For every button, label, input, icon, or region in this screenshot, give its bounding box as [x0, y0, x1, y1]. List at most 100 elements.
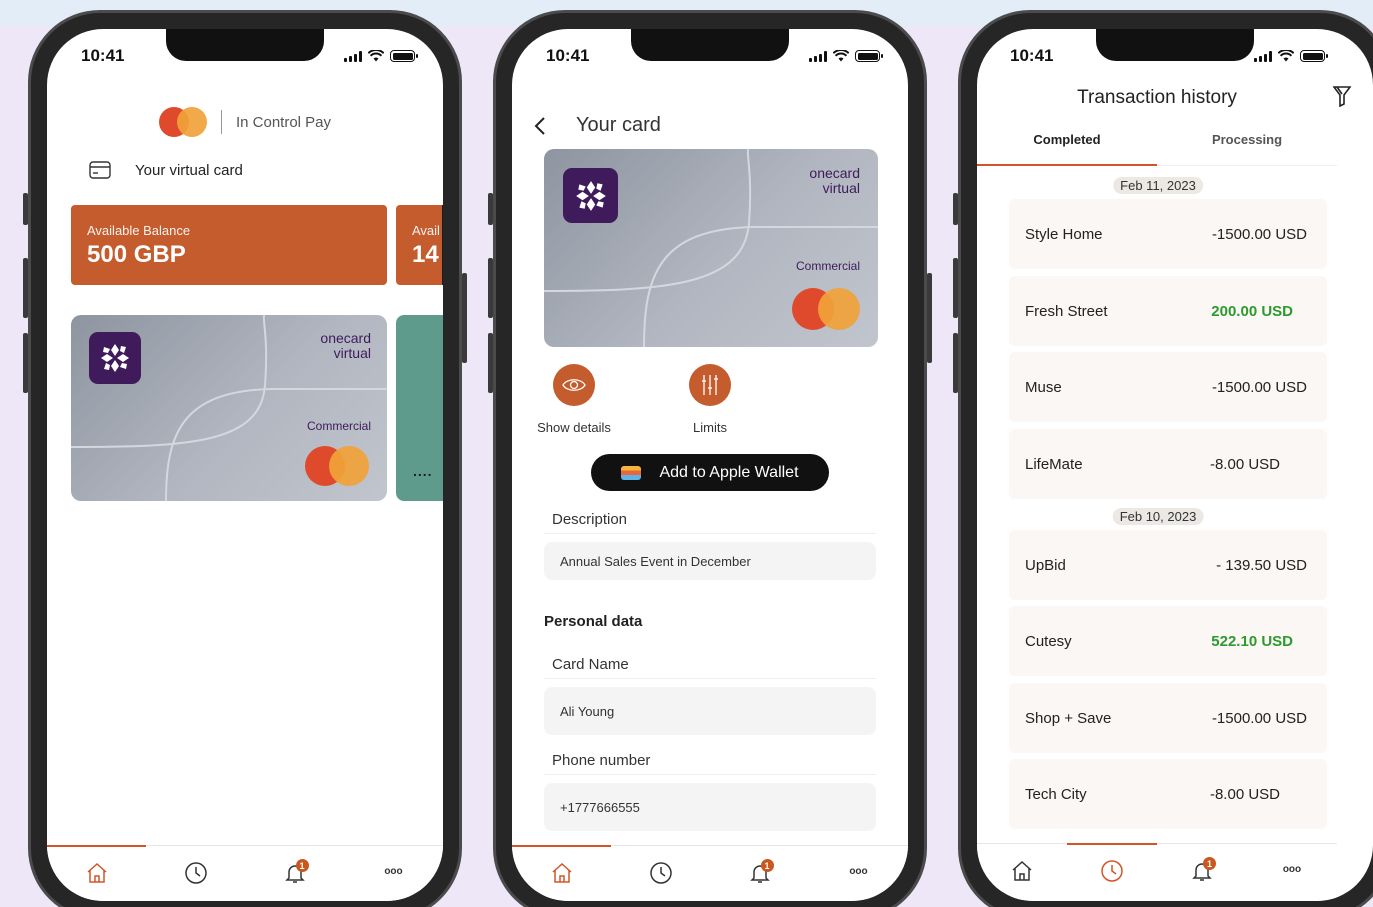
balance-card[interactable]: Available Balance 500 GBP: [71, 205, 387, 285]
screen: 10:41 In Control Pay Your virtual card A…: [47, 29, 443, 901]
virtual-card[interactable]: onecard virtual Commercial: [71, 315, 387, 501]
show-details-label: Show details: [537, 420, 611, 435]
merchant-name: Shop + Save: [1025, 709, 1112, 727]
page-title: Transaction history: [1077, 87, 1237, 108]
sliders-icon: [702, 375, 718, 395]
personal-data-heading: Personal data: [544, 613, 643, 630]
card-type: Commercial: [795, 259, 860, 273]
date-chip: Feb 10, 2023: [1112, 508, 1204, 525]
signal-icon: [344, 50, 362, 62]
transaction-row[interactable]: UpBid - 139.50 USD: [1009, 530, 1327, 600]
limits-button[interactable]: Limits: [670, 364, 750, 435]
tab-home[interactable]: [47, 845, 146, 901]
amount: -8.00 USD: [1209, 785, 1280, 803]
status-tabs: Completed Processing: [977, 132, 1337, 166]
notification-badge: 1: [760, 859, 774, 872]
amount: -8.00 USD: [1209, 455, 1280, 473]
merchant-name: Cutesy: [1025, 632, 1072, 650]
transaction-row[interactable]: Style Home -1500.00 USD: [1009, 199, 1327, 269]
tab-more[interactable]: ooo: [344, 846, 443, 901]
amount: 522.10 USD: [1211, 632, 1293, 650]
tab-history[interactable]: [146, 846, 245, 901]
tab-completed[interactable]: Completed: [977, 132, 1157, 166]
description-label: Description: [552, 511, 628, 528]
status-time: 10:41: [81, 46, 125, 65]
merchant-name: LifeMate: [1025, 455, 1083, 473]
balance-card-2[interactable]: Avail 14: [396, 205, 443, 285]
card-name-field[interactable]: Ali Young: [544, 687, 876, 735]
more-dots: ....: [413, 463, 433, 479]
tab-notifications[interactable]: 1: [1157, 844, 1247, 901]
home-icon: [87, 862, 106, 883]
balance-label-2: Avail: [412, 223, 440, 238]
tab-home[interactable]: [977, 844, 1067, 901]
brand-row: In Control Pay: [47, 107, 443, 137]
battery-icon: [1300, 50, 1328, 62]
tab-more[interactable]: ooo: [809, 846, 908, 901]
card-brand-text: onecard virtual: [320, 330, 371, 361]
page-title: Your card: [576, 114, 661, 136]
more-icon: ooo: [849, 866, 868, 877]
screen: 10:41 Your card onecard virtual Commercia…: [512, 29, 908, 901]
phone-number-field[interactable]: +1777666555: [544, 783, 876, 831]
transaction-row[interactable]: Tech City -8.00 USD: [1009, 759, 1327, 829]
tab-notifications[interactable]: 1: [710, 846, 809, 901]
card-icon: [89, 161, 111, 179]
wallet-icon: [621, 465, 642, 480]
home-icon: [552, 862, 571, 883]
section-title: Your virtual card: [135, 161, 243, 179]
wifi-icon: [1278, 50, 1294, 62]
transaction-row[interactable]: Fresh Street 200.00 USD: [1009, 276, 1327, 346]
home-icon: [1012, 860, 1032, 881]
phone-transaction-history: 10:41 Transaction history Completed Proc…: [953, 10, 1373, 907]
tab-home[interactable]: [512, 845, 611, 901]
tab-processing[interactable]: Processing: [1157, 132, 1337, 165]
signal-icon: [1254, 50, 1272, 62]
tab-notifications[interactable]: 1: [245, 846, 344, 901]
transaction-row[interactable]: LifeMate -8.00 USD: [1009, 429, 1327, 499]
status-bar: 10:41: [81, 46, 418, 66]
phone-your-card: 10:41 Your card onecard virtual Commercia…: [488, 10, 932, 907]
battery-icon: [855, 50, 883, 62]
more-icon: ooo: [384, 866, 403, 877]
second-card[interactable]: ....: [396, 315, 443, 501]
status-time: 10:41: [1010, 46, 1054, 65]
wifi-icon: [833, 50, 849, 62]
balance-value-2: 14: [412, 241, 439, 268]
tab-history[interactable]: [611, 846, 710, 901]
brand-name: In Control Pay: [235, 113, 332, 131]
eye-icon: [562, 379, 586, 391]
merchant-name: Style Home: [1025, 225, 1103, 243]
card-type: Commercial: [306, 419, 371, 433]
transaction-row[interactable]: Cutesy 522.10 USD: [1009, 606, 1327, 676]
description-field[interactable]: Annual Sales Event in December: [544, 542, 876, 580]
show-details-button[interactable]: Show details: [534, 364, 614, 435]
transaction-row[interactable]: Shop + Save -1500.00 USD: [1009, 683, 1327, 753]
clock-icon: [1101, 860, 1123, 882]
status-bar: 10:41: [546, 46, 883, 66]
amount: - 139.50 USD: [1216, 556, 1307, 574]
status-time: 10:41: [546, 46, 590, 65]
transaction-row[interactable]: Muse -1500.00 USD: [1009, 352, 1327, 422]
merchant-name: Muse: [1025, 378, 1062, 396]
tab-bar: 1 ooo: [977, 843, 1337, 901]
add-to-apple-wallet-button[interactable]: Add to Apple Wallet: [591, 454, 829, 491]
notification-badge: 1: [295, 859, 309, 872]
more-icon: ooo: [1282, 864, 1302, 875]
tab-bar: 1 ooo: [47, 845, 443, 901]
tab-bar: 1 ooo: [512, 845, 908, 901]
back-chevron-icon[interactable]: [534, 116, 546, 136]
nav-bar: Your card: [534, 114, 661, 137]
amount: -1500.00 USD: [1211, 709, 1307, 727]
mastercard-logo: [305, 446, 369, 486]
tab-history[interactable]: [1067, 843, 1157, 901]
bank-logo-icon: [563, 168, 618, 223]
battery-icon: [390, 50, 418, 62]
clock-icon: [184, 862, 207, 884]
merchant-name: UpBid: [1025, 556, 1066, 574]
date-chip: Feb 11, 2023: [1113, 177, 1203, 194]
filter-icon[interactable]: [1333, 85, 1351, 107]
tab-more[interactable]: ooo: [1247, 844, 1337, 901]
virtual-card[interactable]: onecard virtual Commercial: [544, 149, 878, 347]
amount: 200.00 USD: [1211, 302, 1293, 320]
